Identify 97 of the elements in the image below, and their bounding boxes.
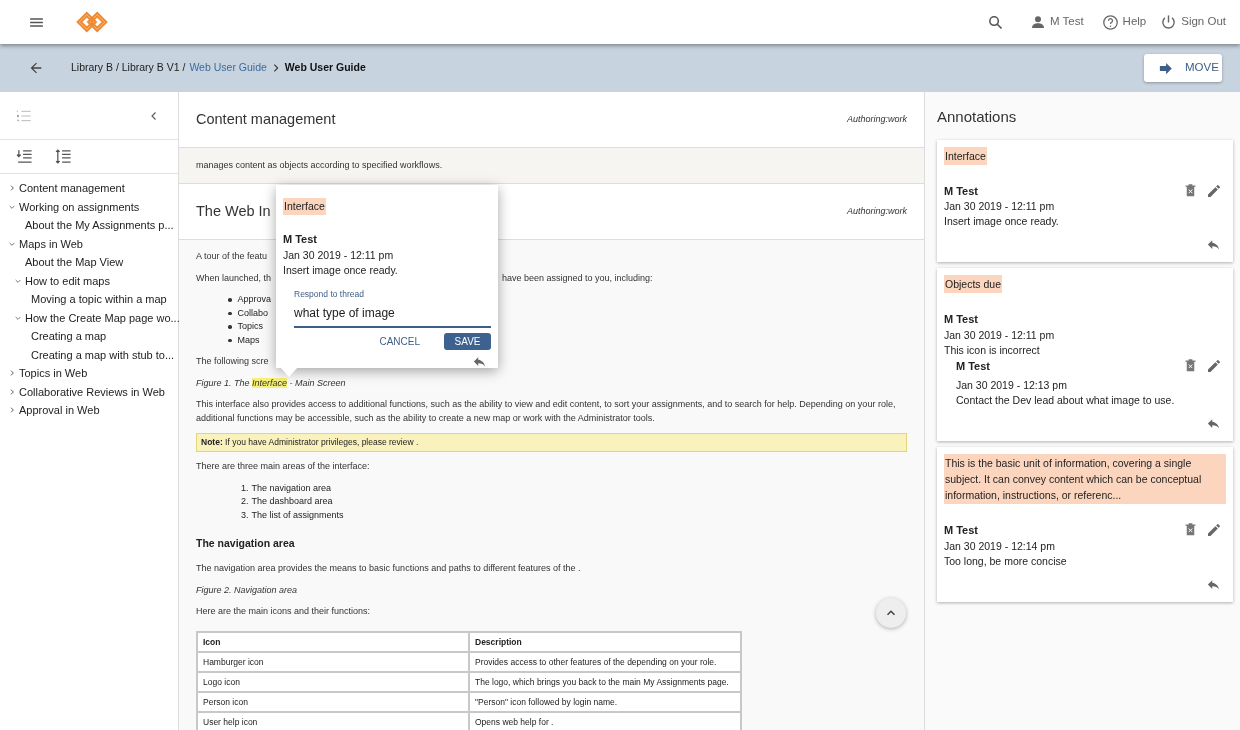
quoted-text: Interface: [944, 146, 987, 165]
power-icon: [1160, 13, 1178, 31]
list-item: Topics: [237, 320, 263, 334]
delete-icon[interactable]: [1183, 522, 1198, 538]
comment-date: Jan 30 2019 - 12:11 pm: [944, 327, 1056, 343]
section-heading: The navigation area: [196, 536, 296, 552]
paragraph: There are three main areas of the interface:: [196, 460, 370, 474]
comment-author: M Test: [944, 183, 979, 199]
tree-item[interactable]: Creating a map with stub to...: [0, 345, 178, 364]
paragraph: manages content as objects according to specified workflows.: [196, 158, 443, 172]
comment-text: Contact the Dev lead about what image to use.: [956, 393, 1176, 408]
column-header: Description: [469, 631, 741, 652]
figure-caption: Figure 2. Navigation area: [196, 583, 298, 597]
paragraph: The following scre: [196, 355, 269, 369]
table-cell: Person icon: [197, 691, 469, 712]
comment-text: Too long, be more concise: [944, 553, 1068, 569]
quoted-text: Objects due: [944, 275, 1003, 293]
save-button[interactable]: SAVE: [444, 333, 491, 351]
tree-item[interactable]: How the Create Map page wo...: [0, 308, 178, 327]
indent-icon[interactable]: [16, 148, 33, 165]
comment-date: Jan 30 2019 - 12:14 pm: [944, 538, 1056, 554]
bullet-icon: [228, 311, 232, 316]
list-item: Approva: [237, 293, 272, 306]
status-label: Authoring:work: [846, 112, 907, 126]
chevron-right-icon[interactable]: [8, 387, 16, 396]
paragraph: The navigation area provides the means to basic functions and paths to different features of the .: [196, 562, 581, 576]
user-menu[interactable]: M Test: [1029, 13, 1084, 31]
delete-icon[interactable]: [1183, 357, 1198, 373]
breadcrumb-current: Web User Guide: [284, 60, 366, 76]
paragraph: This interface also provides access to additional functions, such as the ability to view and edit content, to sort your assignments, and to search for help. Depending on your role, additional functions may be accessible, such as the ability to create a new map or work with the Administrator tools.: [196, 398, 897, 425]
chevron-right-icon[interactable]: [8, 406, 16, 415]
move-button[interactable]: MOVE: [1144, 54, 1222, 82]
chevron-right-icon[interactable]: [8, 184, 16, 193]
list-item: The dashboard area: [251, 495, 333, 509]
back-arrow-icon[interactable]: [28, 60, 44, 76]
tree-item[interactable]: Creating a map: [0, 327, 178, 346]
list-item: The list of assignments: [251, 508, 344, 522]
comment-date: Jan 30 2019 - 12:11 pm: [944, 199, 1056, 214]
column-header: Icon: [197, 631, 469, 652]
outline-icon[interactable]: [55, 148, 72, 165]
reply-field[interactable]: what type of image: [294, 302, 491, 329]
bullet-icon: [228, 325, 232, 329]
search-icon[interactable]: [986, 13, 1004, 31]
tree-item[interactable]: Working on assignments: [0, 197, 178, 216]
section-title: Content management: [196, 109, 336, 129]
table-cell: Hamburger icon: [197, 651, 469, 672]
section-title: The Web In: [196, 201, 271, 221]
quoted-text: Interface: [283, 198, 326, 215]
edit-icon[interactable]: [1206, 182, 1222, 199]
comment-author: M Test: [944, 312, 979, 327]
tree-item[interactable]: Topics in Web: [0, 364, 178, 383]
arrow-right-icon: [1158, 60, 1173, 76]
tree-item[interactable]: Approval in Web: [0, 401, 178, 420]
paragraph: have been assigned to you, including:: [502, 271, 653, 285]
comment-text: Insert image once ready.: [944, 214, 1060, 229]
help-icon: [1101, 13, 1119, 31]
panel-title: Annotations: [937, 107, 1018, 127]
paragraph: A tour of the featu: [196, 250, 268, 263]
delete-icon[interactable]: [1183, 182, 1198, 198]
bullet-icon: [228, 298, 232, 302]
list-number: 2.: [241, 495, 249, 509]
list-item: The navigation area: [251, 481, 332, 495]
comment-date: Jan 30 2019 - 12:11 pm: [283, 247, 395, 263]
paragraph: Here are the main icons and their functions:: [196, 605, 371, 619]
edit-icon[interactable]: [1206, 522, 1222, 539]
cancel-button[interactable]: CANCEL: [379, 334, 420, 350]
comment-author: M Test: [283, 232, 319, 247]
quoted-text: This is the basic unit of information, covering a single subject. It can convey content which can be conceptual information, instructions, or referenc...: [944, 454, 1226, 504]
comment-date: Jan 30 2019 - 12:13 pm: [956, 378, 1068, 393]
note-box: Note: If you have Administrator privileges, please review .: [196, 433, 907, 453]
comment-author: M Test: [944, 523, 979, 538]
tree-item[interactable]: Content management: [0, 179, 178, 198]
table-cell: Logo icon: [197, 671, 469, 692]
tree-item[interactable]: Maps in Web: [0, 234, 178, 253]
field-label: Respond to thread: [294, 287, 365, 301]
bullet-icon: [228, 338, 232, 343]
tree-item[interactable]: How to edit maps: [0, 271, 178, 290]
comment-text: This icon is incorrect: [944, 342, 1041, 358]
sign-out-link[interactable]: Sign Out: [1160, 13, 1226, 31]
edit-icon[interactable]: [1206, 357, 1222, 374]
figure-caption: Figure 1. The Interface - Main Screen: [196, 376, 346, 390]
tree-item[interactable]: Collaborative Reviews in Web: [0, 382, 178, 401]
list-item: Maps: [237, 333, 260, 347]
comment-text: Insert image once ready.: [283, 262, 399, 278]
tree-item[interactable]: About the Map View: [0, 253, 178, 272]
list-number: 3.: [241, 508, 249, 522]
help-link[interactable]: Help: [1101, 13, 1147, 31]
breadcrumb-link[interactable]: Web User Guide: [189, 60, 267, 76]
breadcrumb-text: Library B / Library B V1 /: [71, 60, 186, 76]
comment-author: M Test: [956, 358, 991, 374]
list-number: 1.: [241, 481, 249, 495]
list-item: Collabo: [237, 306, 269, 320]
person-icon: [1029, 14, 1046, 30]
tree-item[interactable]: About the My Assignments p...: [0, 216, 178, 235]
chevron-right-icon[interactable]: [8, 369, 16, 378]
tree-item[interactable]: Moving a topic within a map: [0, 290, 178, 309]
status-label: Authoring:work: [846, 204, 907, 218]
